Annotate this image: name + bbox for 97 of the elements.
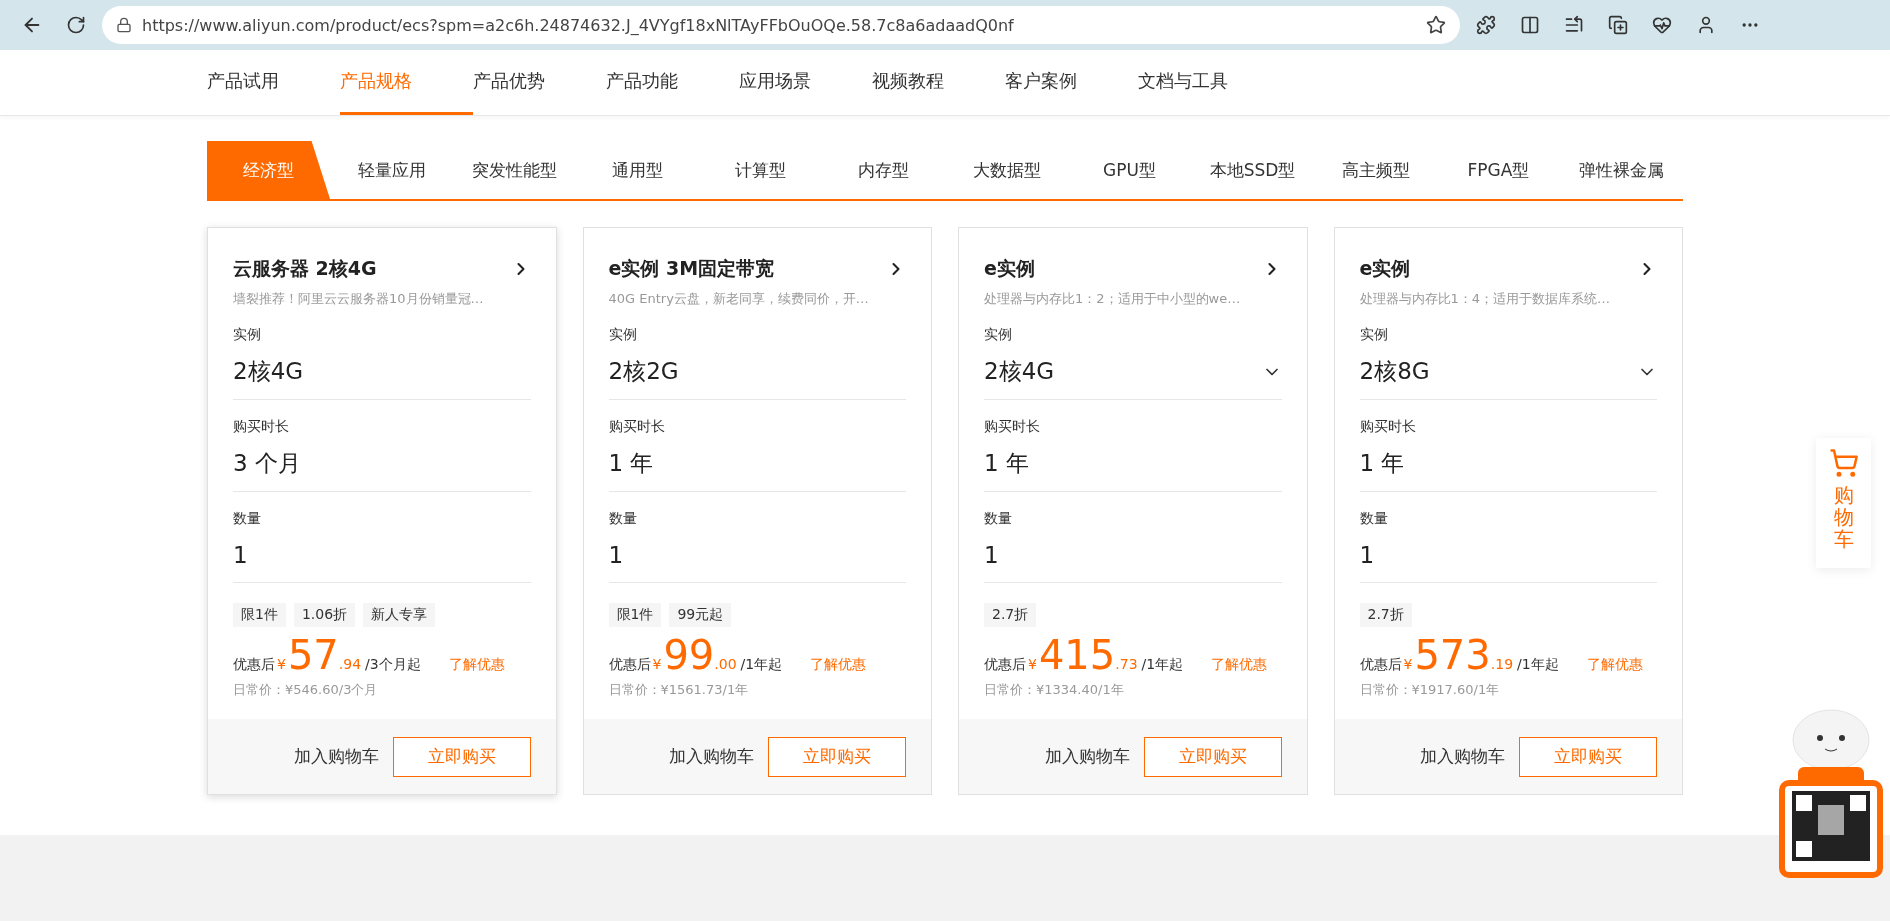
card-subtitle: 处理器与内存比1：2；适用于中小型的we…: [984, 290, 1242, 308]
field-label: 实例: [1359, 326, 1389, 344]
price-integer: 57: [287, 635, 339, 675]
field-label: 购买时长: [1359, 418, 1417, 436]
add-to-cart-button[interactable]: 加入购物车: [669, 745, 754, 768]
field-label: 数量: [608, 510, 638, 528]
category-tab[interactable]: FPGA型: [1437, 141, 1560, 199]
nav-link[interactable]: 应用场景: [739, 50, 872, 115]
card-title: e实例 3M固定带宽: [608, 256, 775, 281]
category-tab[interactable]: 轻量应用: [330, 141, 453, 199]
price-prefix: 优惠后: [608, 656, 651, 674]
field-label: 数量: [984, 510, 1013, 528]
price-decimal: .19: [1490, 656, 1514, 672]
nav-link[interactable]: 产品功能: [606, 50, 739, 115]
category-tab[interactable]: 内存型: [822, 141, 945, 199]
field-label: 购买时长: [608, 418, 666, 436]
price-integer: 573: [1414, 635, 1491, 675]
puzzle-icon[interactable]: [1476, 15, 1496, 35]
split-screen-icon[interactable]: [1520, 15, 1540, 35]
field-label: 数量: [1359, 510, 1389, 528]
avatar-icon[interactable]: [1696, 15, 1716, 35]
regular-price: 日常价：¥1917.60/1年: [1359, 681, 1501, 699]
currency-sign: ¥: [1028, 656, 1037, 672]
field-label: 实例: [233, 326, 262, 344]
field-value[interactable]: 2核4G: [984, 356, 1055, 387]
category-tab[interactable]: 弹性裸金属: [1560, 141, 1683, 199]
collections-icon[interactable]: [1608, 15, 1628, 35]
nav-link[interactable]: 产品试用: [207, 50, 340, 115]
category-tab[interactable]: 大数据型: [945, 141, 1068, 199]
add-to-cart-button[interactable]: 加入购物车: [1044, 745, 1130, 768]
add-to-cart-button[interactable]: 加入购物车: [1420, 745, 1505, 768]
nav-link[interactable]: 客户案例: [1005, 50, 1138, 115]
price-unit: /1年起: [1517, 656, 1559, 674]
price-decimal: .00: [714, 656, 737, 672]
currency-sign: ¥: [1403, 656, 1413, 672]
promo-tag: 新人专享: [363, 603, 436, 627]
nav-link[interactable]: 产品优势: [473, 50, 606, 115]
reload-icon[interactable]: [66, 15, 86, 35]
category-tab[interactable]: 本地SSD型: [1191, 141, 1314, 199]
field-value: 3 个月: [233, 449, 301, 478]
nav-link[interactable]: 文档与工具: [1138, 50, 1271, 115]
card-title: e实例: [1359, 256, 1411, 281]
field-label: 购买时长: [984, 418, 1041, 436]
cart-icon: [1828, 448, 1859, 478]
address-bar[interactable]: https://www.aliyun.com/product/ecs?spm=a2c6h.24874632.J_4VYgf18xNlTAyFFbOuOQe.58.7c8a6adaadQ0nf: [102, 6, 1460, 44]
regular-price: 日常价：¥546.60/3个月: [233, 681, 379, 699]
promo-tag: 限1件: [233, 603, 286, 627]
list-icon[interactable]: [1564, 15, 1584, 35]
field-label: 数量: [233, 510, 262, 528]
price-prefix: 优惠后: [984, 656, 1026, 674]
price-integer: 99: [663, 635, 715, 675]
field-value: 2核4G: [233, 357, 304, 386]
card-title: e实例: [984, 256, 1035, 281]
price-decimal: .94: [338, 656, 362, 672]
field-value: 1: [233, 542, 248, 568]
regular-price: 日常价：¥1334.40/1年: [984, 681, 1125, 699]
field-value: 1 年: [984, 449, 1029, 478]
promo-tag: 2.7折: [1359, 603, 1412, 627]
lock-icon: [116, 17, 132, 33]
field-value: 1 年: [1359, 449, 1405, 478]
price-decimal: .73: [1115, 656, 1138, 672]
field-label: 实例: [608, 326, 638, 344]
add-to-cart-button[interactable]: 加入购物车: [293, 745, 379, 768]
heart-pulse-icon[interactable]: [1652, 15, 1672, 35]
field-value: 1: [1359, 542, 1375, 568]
promo-tag: 99元起: [669, 603, 732, 627]
card-title: 云服务器 2核4G: [233, 256, 377, 281]
category-tab[interactable]: 突发性能型: [453, 141, 576, 199]
category-tab[interactable]: 计算型: [699, 141, 822, 199]
promo-tag: 1.06折: [293, 603, 356, 627]
field-value: 1: [984, 542, 999, 568]
promo-tag: 限1件: [608, 603, 662, 627]
price-unit: /1年起: [740, 656, 783, 674]
category-tab[interactable]: 高主频型: [1314, 141, 1437, 199]
price-integer: 415: [1038, 635, 1116, 675]
price-prefix: 优惠后: [233, 656, 275, 674]
promo-tag: 2.7折: [984, 603, 1037, 627]
field-label: 购买时长: [233, 418, 290, 436]
field-value: 1 年: [608, 449, 654, 478]
card-subtitle: 40G Entry云盘，新老同享，续费同价，开…: [608, 290, 870, 308]
price-unit: /1年起: [1141, 656, 1184, 674]
nav-link[interactable]: 视频教程: [872, 50, 1005, 115]
card-subtitle: 处理器与内存比1：4；适用于数据库系统…: [1359, 290, 1612, 308]
field-value: 2核2G: [608, 357, 679, 386]
field-label: 实例: [984, 326, 1013, 344]
price-prefix: 优惠后: [1359, 656, 1402, 674]
price-unit: /3个月起: [365, 656, 421, 674]
category-tab[interactable]: GPU型: [1068, 141, 1191, 199]
favorite-star-icon[interactable]: [1426, 15, 1446, 35]
field-value[interactable]: 2核8G: [1359, 356, 1430, 387]
currency-sign: ¥: [277, 656, 286, 672]
category-tab[interactable]: 通用型: [576, 141, 699, 199]
currency-sign: ¥: [652, 656, 662, 672]
url-text: https://www.aliyun.com/product/ecs?spm=a2c6h.24874632.J_4VYgf18xNlTAyFFbOuOQe.58.7c8a6adaadQ0nf: [142, 15, 1015, 35]
card-subtitle: 墙裂推荐！阿里云云服务器10月份销量冠…: [233, 290, 485, 308]
field-value: 1: [608, 542, 624, 568]
regular-price: 日常价：¥1561.73/1年: [608, 681, 750, 699]
